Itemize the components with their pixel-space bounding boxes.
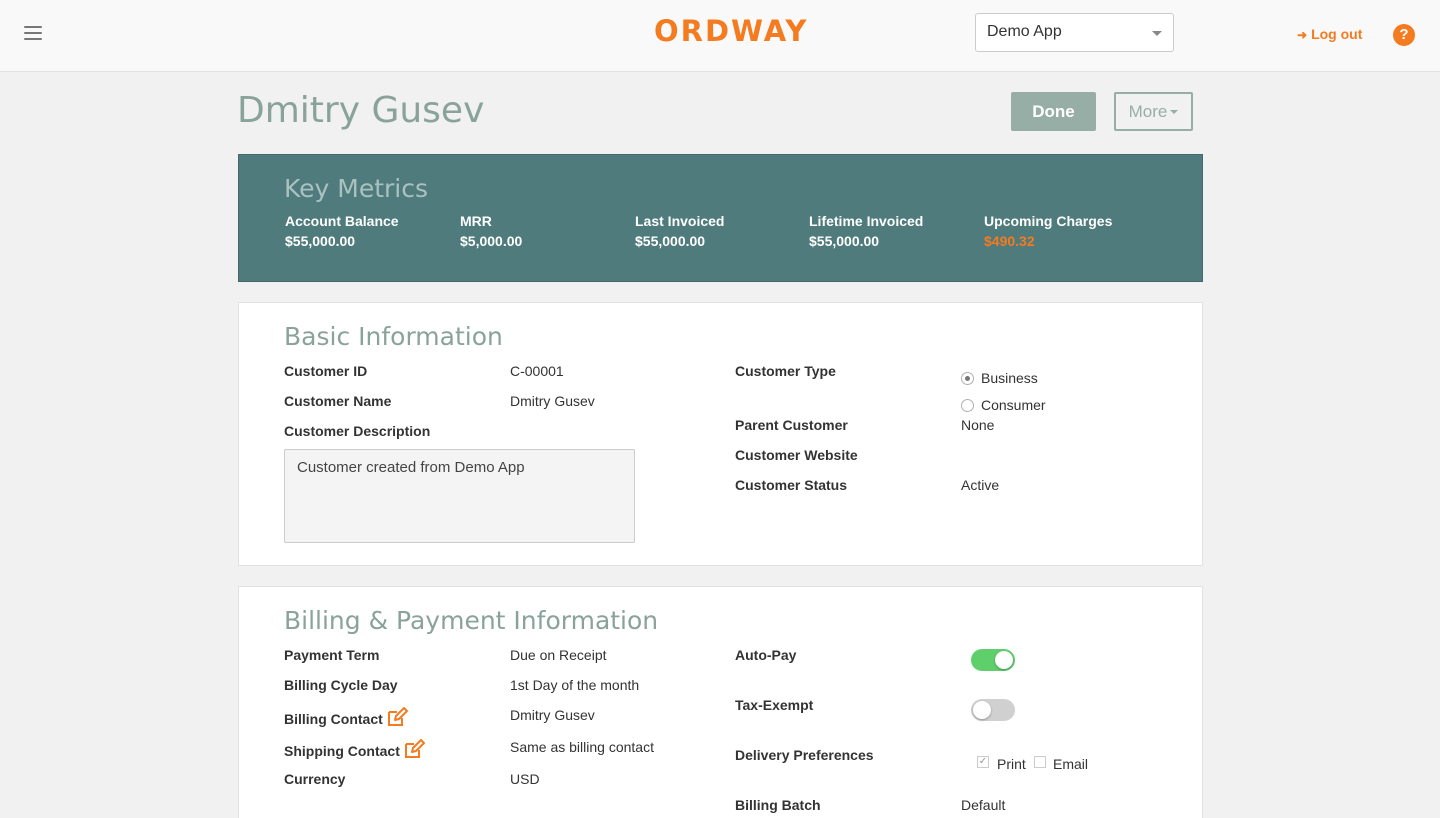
key-metrics-panel: Key Metrics Account Balance $55,000.00 M… bbox=[238, 154, 1203, 282]
parent-customer-value: None bbox=[961, 417, 995, 433]
payment-term-label: Payment Term bbox=[284, 647, 380, 663]
app-select[interactable]: Demo App bbox=[975, 13, 1174, 52]
billing-info-title: Billing & Payment Information bbox=[284, 606, 659, 635]
metric-label: Account Balance bbox=[285, 213, 399, 229]
metric-label: Last Invoiced bbox=[635, 213, 725, 229]
billing-batch-value: Default bbox=[961, 797, 1006, 813]
help-icon[interactable]: ? bbox=[1393, 24, 1415, 46]
billing-batch-label: Billing Batch bbox=[735, 797, 821, 813]
metric-label: Lifetime Invoiced bbox=[809, 213, 924, 229]
metric-value: $5,000.00 bbox=[460, 233, 523, 249]
parent-customer-label: Parent Customer bbox=[735, 417, 848, 433]
metric-value: $55,000.00 bbox=[285, 233, 356, 249]
email-checkbox-label: Email bbox=[1053, 756, 1089, 772]
more-button[interactable]: More bbox=[1114, 92, 1193, 131]
metric-lifetime-invoiced: Lifetime Invoiced $55,000.00 bbox=[809, 213, 923, 249]
edit-icon[interactable] bbox=[404, 739, 426, 759]
toggle-knob bbox=[995, 651, 1013, 669]
radio-consumer[interactable] bbox=[961, 399, 974, 412]
currency-label: Currency bbox=[284, 771, 346, 787]
more-label: More bbox=[1128, 101, 1168, 121]
customer-website-label: Customer Website bbox=[735, 447, 858, 463]
autopay-toggle[interactable] bbox=[971, 649, 1015, 671]
customer-description-label: Customer Description bbox=[284, 423, 431, 439]
billing-contact-label-text: Billing Contact bbox=[284, 711, 383, 727]
metric-value[interactable]: $490.32 bbox=[984, 233, 1112, 249]
autopay-label: Auto-Pay bbox=[735, 647, 797, 663]
customer-status-label: Customer Status bbox=[735, 477, 848, 493]
print-checkbox-label: Print bbox=[997, 756, 1026, 772]
radio-business[interactable] bbox=[961, 372, 974, 385]
customer-name-label: Customer Name bbox=[284, 393, 392, 409]
customer-type-label: Customer Type bbox=[735, 363, 836, 379]
customer-id-value: C-00001 bbox=[510, 363, 564, 379]
sign-out-icon: ➜ bbox=[1297, 28, 1308, 42]
currency-value: USD bbox=[510, 771, 540, 787]
app-select-value: Demo App bbox=[987, 23, 1062, 40]
customer-description-field[interactable]: Customer created from Demo App bbox=[284, 449, 635, 543]
caret-down-icon bbox=[1170, 110, 1179, 115]
metric-mrr: MRR $5,000.00 bbox=[460, 213, 522, 249]
tax-exempt-toggle[interactable] bbox=[971, 699, 1015, 721]
top-navbar: ORDWAY Demo App ➜ Log out ? bbox=[0, 0, 1440, 72]
email-checkbox[interactable] bbox=[1034, 756, 1046, 768]
metric-value: $55,000.00 bbox=[635, 233, 706, 249]
metric-upcoming-charges: Upcoming Charges $490.32 bbox=[984, 213, 1112, 249]
shipping-contact-label-text: Shipping Contact bbox=[284, 743, 400, 759]
shipping-contact-value: Same as billing contact bbox=[510, 739, 654, 755]
billing-cycle-label: Billing Cycle Day bbox=[284, 677, 398, 693]
billing-contact-label: Billing Contact bbox=[284, 707, 409, 727]
logout-label: Log out bbox=[1311, 26, 1363, 42]
chevron-down-icon bbox=[1152, 31, 1162, 36]
billing-info-card: Billing & Payment Information Payment Te… bbox=[238, 586, 1203, 818]
done-button[interactable]: Done bbox=[1011, 92, 1096, 131]
print-checkbox[interactable]: ✓ bbox=[977, 756, 989, 768]
delivery-preferences-label: Delivery Preferences bbox=[735, 747, 874, 763]
metric-value: $55,000.00 bbox=[809, 233, 880, 249]
billing-contact-value: Dmitry Gusev bbox=[510, 707, 595, 723]
shipping-contact-label: Shipping Contact bbox=[284, 739, 426, 759]
customer-id-label: Customer ID bbox=[284, 363, 368, 379]
payment-term-value: Due on Receipt bbox=[510, 647, 607, 663]
metric-account-balance: Account Balance $55,000.00 bbox=[285, 213, 399, 249]
radio-business-label: Business bbox=[981, 370, 1038, 386]
ordway-logo[interactable]: ORDWAY bbox=[654, 14, 808, 48]
menu-icon[interactable] bbox=[24, 26, 42, 42]
radio-consumer-label: Consumer bbox=[981, 397, 1046, 413]
metric-label: MRR bbox=[460, 213, 492, 229]
toggle-knob bbox=[973, 701, 991, 719]
logout-link[interactable]: ➜ Log out bbox=[1297, 26, 1362, 42]
metric-label: Upcoming Charges bbox=[984, 213, 1113, 229]
customer-status-value: Active bbox=[961, 477, 1000, 493]
tax-exempt-label: Tax-Exempt bbox=[735, 697, 814, 713]
key-metrics-title: Key Metrics bbox=[284, 174, 429, 203]
billing-cycle-value: 1st Day of the month bbox=[510, 677, 640, 693]
edit-icon[interactable] bbox=[387, 707, 409, 727]
basic-info-title: Basic Information bbox=[284, 322, 503, 351]
metric-last-invoiced: Last Invoiced $55,000.00 bbox=[635, 213, 724, 249]
basic-info-card: Basic Information Customer ID C-00001 Cu… bbox=[238, 302, 1203, 566]
customer-name-value: Dmitry Gusev bbox=[510, 393, 595, 409]
page-title: Dmitry Gusev bbox=[237, 90, 485, 131]
